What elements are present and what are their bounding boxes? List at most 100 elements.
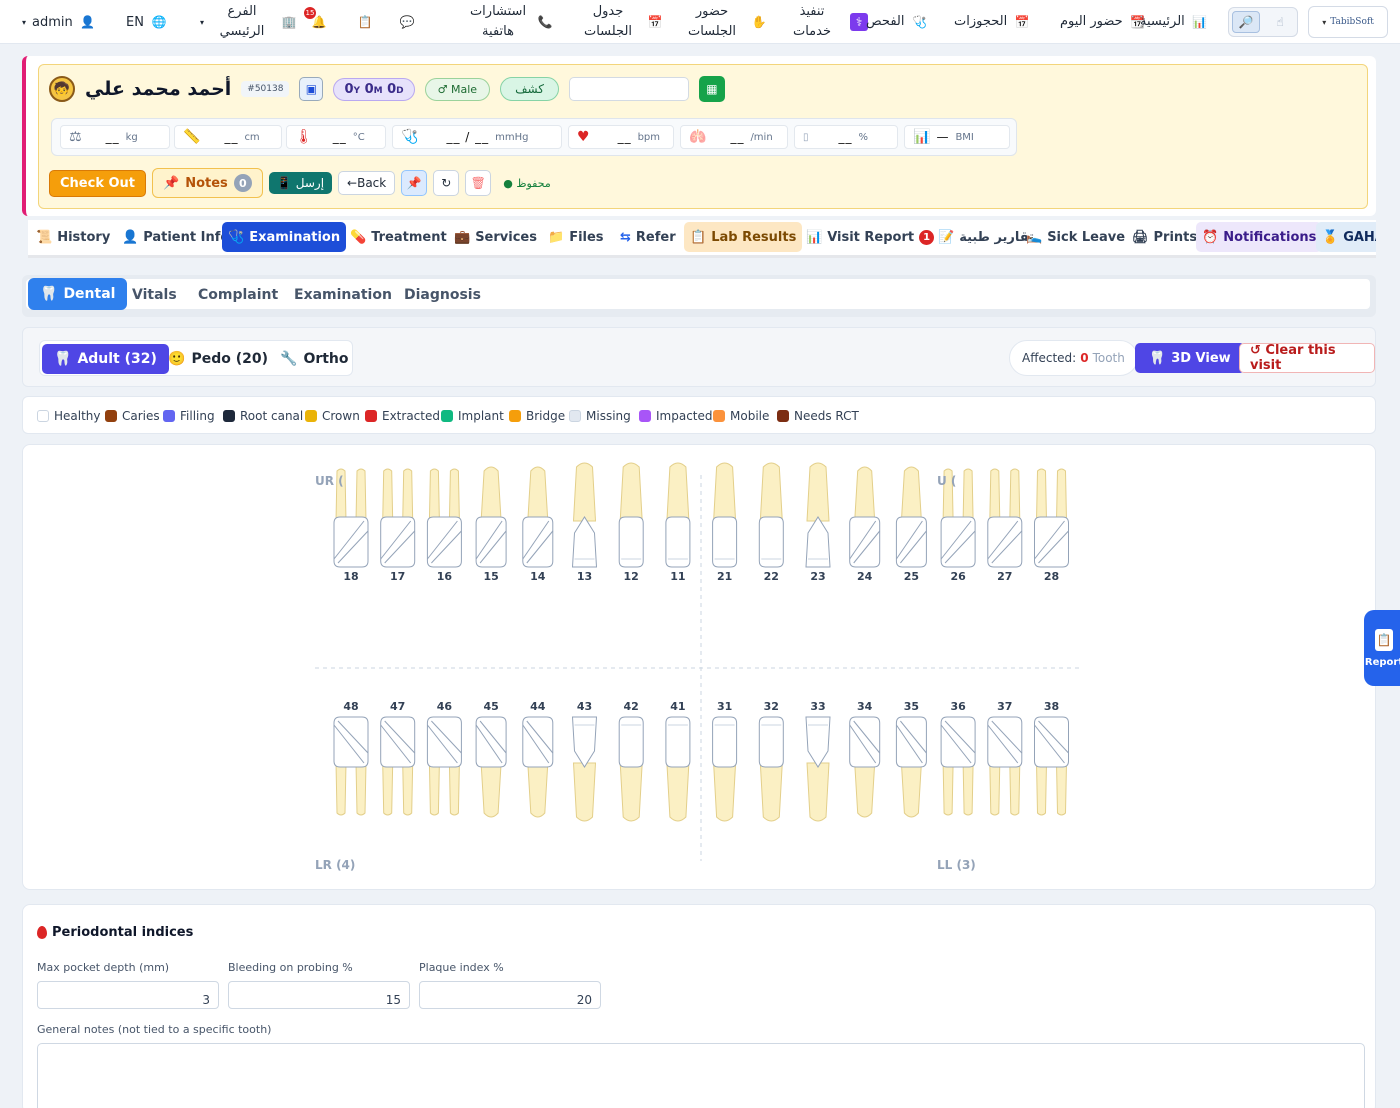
tooth-45[interactable]: 45 [475,700,507,818]
search-icon[interactable]: 🔎 [1232,11,1260,33]
tooth-12[interactable]: 12 [618,462,644,583]
adult-button[interactable]: 🦷 Adult (32) [42,344,169,374]
trash-icon[interactable]: 🗑 [465,170,492,196]
tooth-27[interactable]: 27 [987,468,1023,583]
globe-icon: 🌐 [151,15,167,29]
nav-examination[interactable]: الفحص 🩺 [866,0,928,44]
notifications-bell[interactable]: 🔔 15 [304,0,328,44]
vital-temperature[interactable]: 🌡 __ °C [286,125,386,149]
tab-notifications[interactable]: ⏰ Notifications [1196,222,1323,252]
tab-lab-results[interactable]: 📋 Lab Results [684,222,803,252]
pedo-button[interactable]: 🙂 Pedo (20) [156,344,280,374]
tab-files[interactable]: 📁 Files [542,222,610,252]
tooth-root [335,762,347,816]
chat-button[interactable]: 💬 [398,0,416,44]
vital-oxygen[interactable]: ▯ __ % [794,125,898,149]
tab-treatment[interactable]: 💊 Treatment [344,222,453,252]
notes-button[interactable]: 📌 Notes 0 [152,168,263,198]
tooth-17[interactable]: 17 [380,468,416,583]
pin-icon[interactable]: 📌 [401,170,428,196]
tooth-13[interactable]: 13 [571,462,598,583]
pocket-depth-input[interactable] [37,981,219,1009]
sex-badge: ♂ Male [424,77,491,101]
tooth-16[interactable]: 16 [426,468,462,583]
subtab-vitals[interactable]: Vitals [120,279,189,311]
stethoscope-icon: 🩺 [228,229,245,245]
tooth-21[interactable]: 21 [712,462,738,583]
calendar-icon[interactable]: ▦ [698,76,725,102]
checkout-button[interactable]: Check Out [49,169,147,197]
language-switch[interactable]: EN 🌐 [126,0,168,44]
subtab-diagnosis[interactable]: Diagnosis [392,279,493,311]
tooth-32[interactable]: 32 [758,700,784,822]
subtab-dental[interactable]: 🦷 Dental [28,278,128,310]
nav-service-execution[interactable]: تنفيذ خدمات ⚕ [780,0,868,44]
general-notes-textarea[interactable] [37,1043,1365,1108]
tooth-42[interactable]: 42 [618,700,644,822]
ortho-button[interactable]: 🔧 Ortho [268,344,361,374]
user-menu[interactable]: ▾ admin 👤 [22,0,97,44]
tab-history[interactable]: 📜 History [30,222,116,252]
nav-home[interactable]: الرئيسية 📊 [1140,0,1209,44]
tab-patient-info[interactable]: 👤 Patient Info [116,222,235,252]
subtab-complaint[interactable]: Complaint [186,279,290,311]
tooth-48[interactable]: 48 [333,700,369,816]
tooth-41[interactable]: 41 [665,700,691,822]
tooth-44[interactable]: 44 [522,700,554,818]
subtab-examination[interactable]: Examination [282,279,404,311]
calendar-icon: 📅 [647,15,663,29]
bleeding-input[interactable] [228,981,410,1009]
tooth-22[interactable]: 22 [758,462,784,583]
tooth-number: 23 [810,570,825,583]
back-button[interactable]: ←Back [338,171,396,195]
tooth-28[interactable]: 28 [1034,468,1069,583]
tooth-15[interactable]: 15 [475,466,507,583]
app-logo[interactable]: ▾ TabibSoft [1308,6,1388,38]
nav-bookings[interactable]: الحجوزات 📅 [954,0,1031,44]
tooth-36[interactable]: 36 [940,700,976,816]
clipboard-button[interactable]: 📋 [356,0,374,44]
tooth-31[interactable]: 31 [712,700,738,822]
tooth-38[interactable]: 38 [1034,700,1069,816]
refresh-icon[interactable]: ↻ [433,170,460,196]
tooth-23[interactable]: 23 [805,462,831,583]
pointer-icon[interactable]: ☝ [1266,11,1294,33]
tooth-25[interactable]: 25 [895,466,927,583]
tooth-37[interactable]: 37 [987,700,1023,816]
tab-services[interactable]: 💼 Services [448,222,543,252]
tooth-33[interactable]: 33 [805,700,831,822]
tooth-43[interactable]: 43 [571,700,598,822]
visit-type-badge[interactable]: كشف [500,77,559,101]
nav-today-attendance[interactable]: حضور اليوم 📆 [1060,0,1147,44]
nav-session-attendance[interactable]: حضور الجلسات ✋ [680,0,768,44]
qr-icon[interactable]: ▣ [299,77,324,101]
tab-sick-leave[interactable]: 🛌 Sick Leave [1020,222,1131,252]
tooth-24[interactable]: 24 [849,466,881,583]
send-button[interactable]: 📱 إرسل [268,172,333,194]
tooth-34[interactable]: 34 [849,700,881,818]
tab-visit-report[interactable]: 📊 Visit Report 1 [800,222,940,252]
vital-blood-pressure[interactable]: 🩺 __ / __ mmHg [392,125,562,149]
vital-weight[interactable]: ⚖ __ kg [60,125,170,149]
vital-respiratory-rate[interactable]: 🫁 __ /min [680,125,788,149]
vital-heart-rate[interactable]: ♥ __ bpm [568,125,674,149]
plaque-input[interactable] [419,981,601,1009]
visit-date-input[interactable] [568,77,689,101]
3d-view-button[interactable]: 🦷 3D View [1135,343,1245,373]
branch-selector[interactable]: ▾ الفرع الرئيسي 🏢 [200,0,298,44]
tooth-35[interactable]: 35 [895,700,927,818]
tab-refer[interactable]: ⇆ Refer [614,222,682,252]
vital-height[interactable]: 📏 __ cm [174,125,282,149]
nav-phone-consults[interactable]: استشارات هاتفية 📞 [466,0,554,44]
tooth-11[interactable]: 11 [665,462,691,583]
tooth-47[interactable]: 47 [380,700,416,816]
tab-gaha[interactable]: 🏅GAHA [1316,222,1376,252]
report-side-tab[interactable]: 📋 Report [1364,610,1400,686]
tooth-14[interactable]: 14 [522,466,554,583]
tab-examination[interactable]: 🩺 Examination [222,222,347,252]
clear-visit-button[interactable]: ↺ Clear this visit [1239,343,1375,373]
nav-session-schedule[interactable]: جدول الجلسات 📅 [576,0,664,44]
tooth-46[interactable]: 46 [426,700,462,816]
nav-label: حضور اليوم [1060,14,1123,29]
tab-prints[interactable]: 🖨 Prints [1126,222,1203,252]
